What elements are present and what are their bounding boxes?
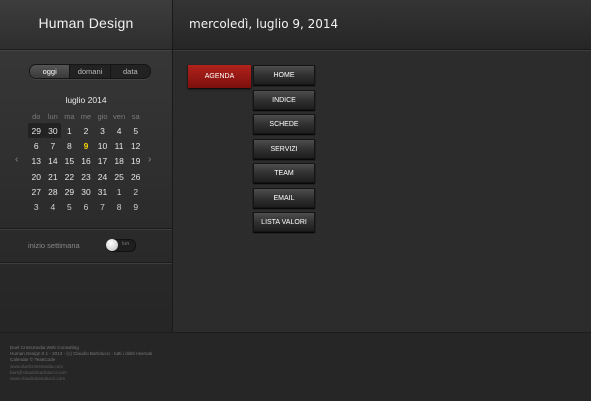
calendar-day[interactable]: 13 xyxy=(28,154,45,169)
nav-indice-button[interactable]: INDICE xyxy=(253,90,315,110)
calendar-day[interactable]: 22 xyxy=(61,169,78,184)
calendar-day[interactable]: 8 xyxy=(61,138,78,153)
day-selector: oggi domani data xyxy=(29,64,151,79)
calendar-day[interactable]: 23 xyxy=(78,169,95,184)
calendar-day[interactable]: 28 xyxy=(45,184,62,199)
calendar-week: 3456789 xyxy=(28,199,144,214)
calendar-day[interactable]: 20 xyxy=(28,169,45,184)
calendar-day[interactable]: 17 xyxy=(94,154,111,169)
app-title: Human Design xyxy=(38,15,134,31)
calendar-day[interactable]: 11 xyxy=(111,138,128,153)
week-start-toggle[interactable]: lun xyxy=(106,239,136,252)
calendar-day[interactable]: 8 xyxy=(111,199,128,214)
calendar-grid: do lun ma me gio ven sa 29 30 1 2 3 4 5 6 7 8 9 10 1… xyxy=(28,110,144,215)
segment-domani[interactable]: domani xyxy=(70,65,111,78)
nav-servizi-button[interactable]: SERVIZI xyxy=(253,139,315,159)
calendar-day[interactable]: 4 xyxy=(45,199,62,214)
segment-data[interactable]: data xyxy=(111,65,150,78)
calendar-day[interactable]: 30 xyxy=(44,123,62,139)
calendar-day[interactable]: 1 xyxy=(111,184,128,199)
calendar-day[interactable]: 21 xyxy=(45,169,62,184)
calendar-day[interactable]: 7 xyxy=(45,138,62,153)
chevron-right-icon[interactable]: › xyxy=(148,154,151,165)
calendar-month: luglio 2014 xyxy=(65,95,107,105)
weekday-header: ven xyxy=(113,112,126,121)
calendar-day[interactable]: 5 xyxy=(127,123,144,138)
weekday-header: ma xyxy=(64,112,75,121)
calendar-day[interactable]: 3 xyxy=(94,123,111,138)
footer-link[interactable]: www.claudiobartolucci.com xyxy=(10,376,152,382)
calendar-day[interactable]: 26 xyxy=(127,169,144,184)
calendar-day[interactable]: 6 xyxy=(78,199,95,214)
calendar-day[interactable]: 18 xyxy=(111,154,128,169)
segment-oggi[interactable]: oggi xyxy=(30,65,71,78)
nav-schede-button[interactable]: SCHEDE xyxy=(253,114,315,134)
calendar-day[interactable]: 2 xyxy=(78,123,95,138)
calendar-day[interactable]: 24 xyxy=(94,169,111,184)
calendar-day[interactable]: 29 xyxy=(61,184,78,199)
nav-agenda-button[interactable]: AGENDA xyxy=(188,65,251,88)
calendar-day[interactable]: 15 xyxy=(61,154,78,169)
weekday-header: lun xyxy=(47,112,58,121)
calendar-day[interactable]: 19 xyxy=(127,154,144,169)
divider xyxy=(0,228,172,229)
calendar-week: 20 21 22 23 24 25 26 xyxy=(28,169,144,184)
main-header: mercoledì, luglio 9, 2014 xyxy=(173,0,591,50)
weekday-header: do xyxy=(32,112,41,121)
calendar-day[interactable]: 27 xyxy=(28,184,45,199)
divider xyxy=(0,262,172,263)
calendar-day[interactable]: 9 xyxy=(127,199,144,214)
nav-team-button[interactable]: TEAM xyxy=(253,163,315,183)
calendar-day[interactable]: 5 xyxy=(61,199,78,214)
calendar-day[interactable]: 16 xyxy=(78,154,95,169)
nav-home-button[interactable]: HOME xyxy=(253,65,315,85)
calendar-day[interactable]: 4 xyxy=(111,123,128,138)
calendar-day[interactable]: 29 xyxy=(28,123,45,139)
weekday-header: gio xyxy=(97,112,108,121)
footer-text: Duel Crossmedia Web Consulting Human Des… xyxy=(10,345,152,382)
calendar-day[interactable]: 25 xyxy=(111,169,128,184)
toggle-knob xyxy=(106,239,118,251)
chevron-left-icon[interactable]: ‹ xyxy=(15,154,18,165)
calendar-week: 29 30 1 2 3 4 5 xyxy=(28,123,144,139)
toggle-text: lun xyxy=(122,241,130,247)
calendar-day[interactable]: 3 xyxy=(28,199,45,214)
app-header: Human Design xyxy=(0,0,172,50)
weekday-header: sa xyxy=(131,112,140,121)
nav-lista-valori-button[interactable]: LISTA VALORI xyxy=(253,212,315,232)
week-start-label: inizio settimana xyxy=(28,241,80,250)
calendar-week: 27 28 29 30 31 1 2 xyxy=(28,184,144,199)
calendar-day[interactable]: 7 xyxy=(94,199,111,214)
calendar-day[interactable]: 9 xyxy=(78,138,95,153)
nav-email-button[interactable]: EMAIL xyxy=(253,188,315,208)
calendar-day[interactable]: 6 xyxy=(28,138,45,153)
calendar-week: 6 7 8 9 10 11 12 xyxy=(28,138,144,153)
calendar-day[interactable]: 31 xyxy=(94,184,111,199)
calendar-day[interactable]: 2 xyxy=(127,184,144,199)
calendar-day[interactable]: 1 xyxy=(61,123,78,138)
current-date: mercoledì, luglio 9, 2014 xyxy=(189,17,339,31)
weekday-header: me xyxy=(80,112,92,121)
calendar-day[interactable]: 12 xyxy=(127,138,144,153)
calendar-day[interactable]: 14 xyxy=(45,154,62,169)
calendar-day[interactable]: 30 xyxy=(78,184,95,199)
calendar-week: 13 14 15 16 17 18 19 xyxy=(28,154,144,169)
calendar-day[interactable]: 10 xyxy=(94,138,111,153)
